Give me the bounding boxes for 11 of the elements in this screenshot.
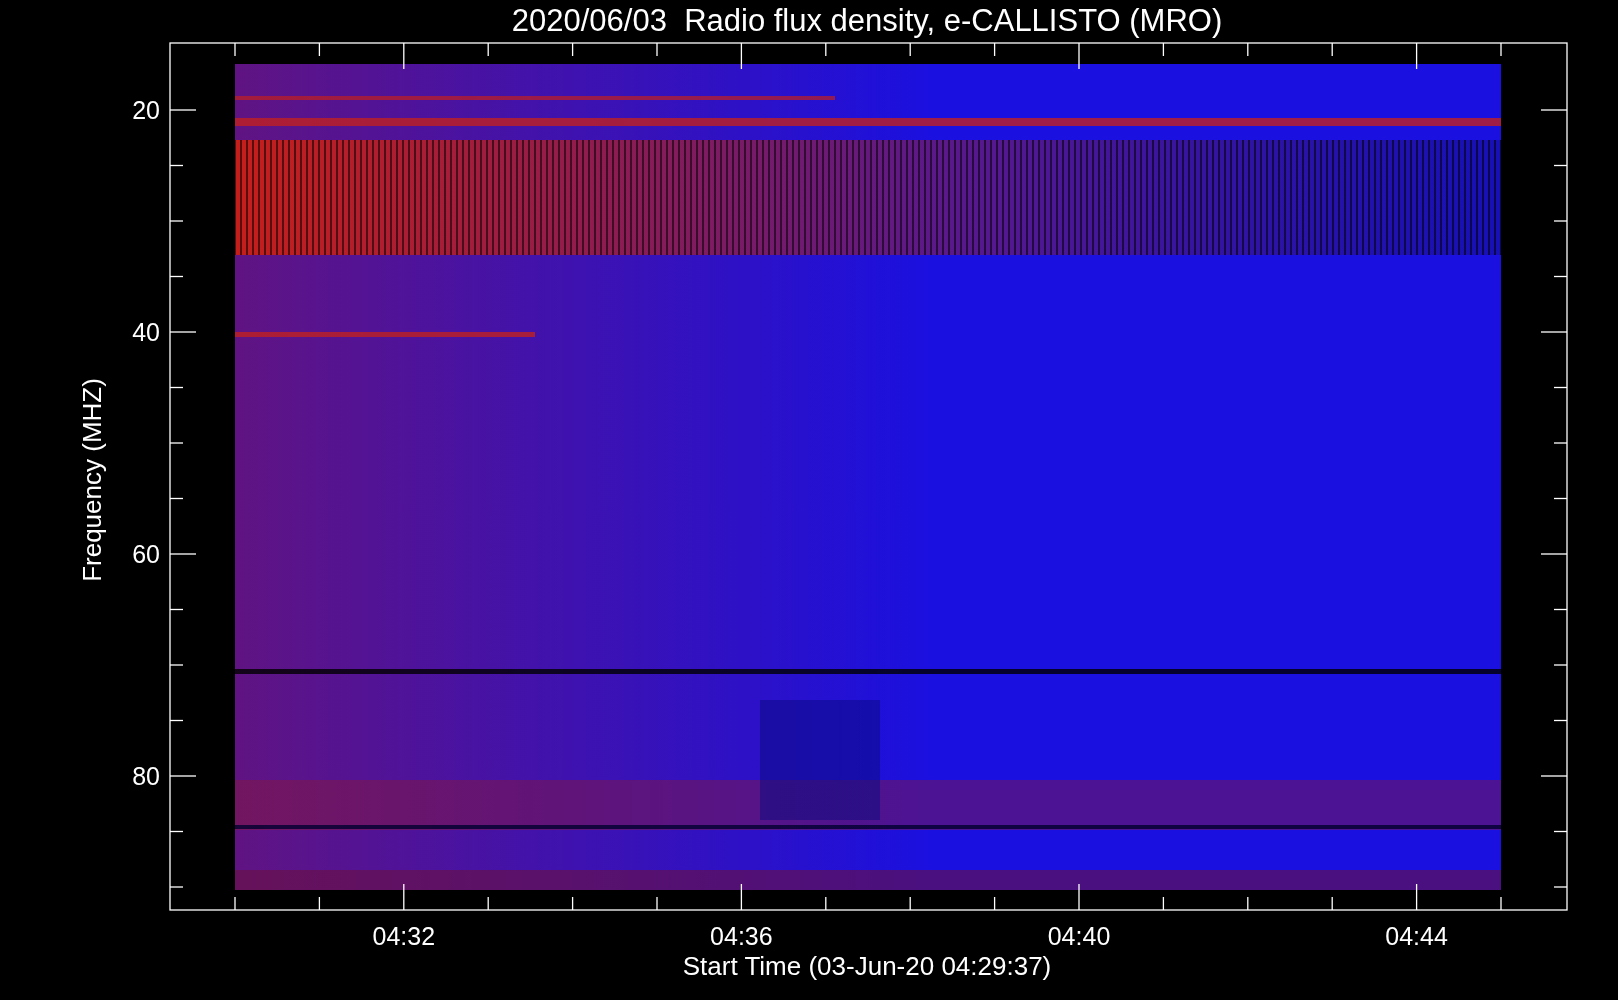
axis-tick-label: 80 [132, 762, 160, 790]
axis-tick-label: 60 [132, 540, 160, 568]
axis-title: Frequency (MHZ) [77, 378, 107, 582]
axis-tick-label: 04:32 [372, 922, 436, 950]
axis-tick-label: 04:44 [1385, 922, 1448, 950]
axis-title: Start Time (03-Jun-20 04:29:37) [682, 951, 1052, 981]
axis-tick-label: 04:36 [710, 922, 773, 950]
axis-tick-label: 04:40 [1047, 922, 1111, 950]
axis-tick-label: 20 [132, 96, 160, 124]
chart-title: 2020/06/03 Radio flux density, e-CALLISTO (MRO) [511, 3, 1223, 38]
axis-tick-label: 40 [132, 318, 160, 346]
